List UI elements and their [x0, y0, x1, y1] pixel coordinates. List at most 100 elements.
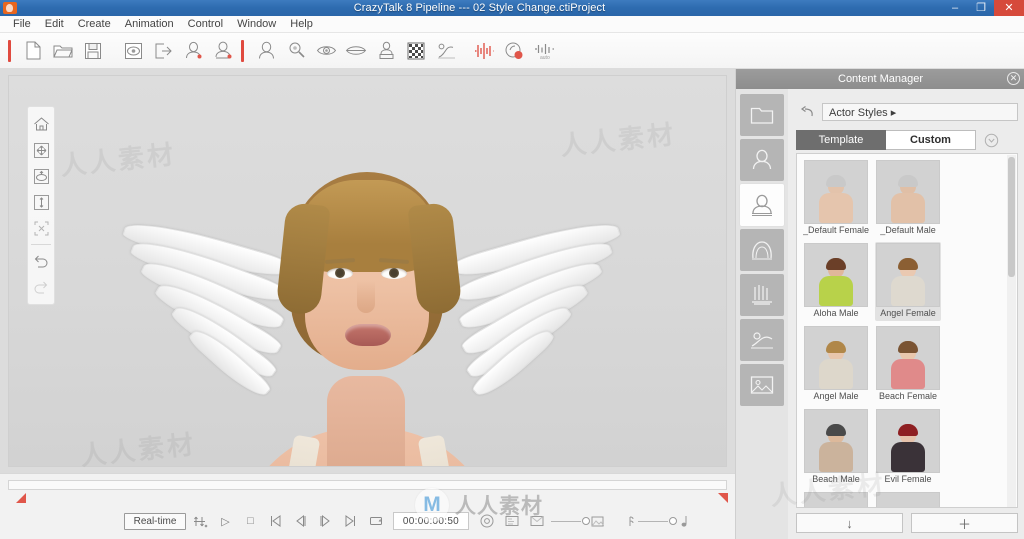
realtime-mode-button[interactable]: Real-time	[124, 512, 186, 530]
voice-record-icon[interactable]	[500, 37, 528, 65]
chevron-down-circle-icon[interactable]	[976, 130, 1006, 150]
cm-tab-head[interactable]	[740, 139, 784, 181]
content-thumbnail	[876, 326, 940, 390]
download-content-button[interactable]: ↓	[796, 513, 903, 533]
content-item-default-male[interactable]: _Default Male	[875, 159, 941, 238]
auto-motion-icon[interactable]: auto	[530, 37, 558, 65]
timeline-scrubber[interactable]	[8, 480, 727, 490]
frame-list-icon[interactable]	[501, 510, 522, 532]
content-item-angel-male[interactable]: Angel Male	[803, 325, 869, 404]
content-item-beach-female[interactable]: Beach Female	[875, 325, 941, 404]
content-item-row5-right[interactable]	[875, 491, 941, 507]
texture-grid-icon[interactable]	[402, 37, 430, 65]
undo-icon[interactable]	[28, 248, 54, 274]
menu-create[interactable]: Create	[71, 16, 118, 33]
back-arrow-icon[interactable]	[796, 103, 816, 121]
cm-tab-actor-styles[interactable]	[740, 184, 784, 226]
export-icon[interactable]	[149, 37, 177, 65]
render-canvas[interactable]	[8, 75, 727, 467]
menu-window[interactable]: Window	[230, 16, 283, 33]
home-view-icon[interactable]	[28, 111, 54, 137]
restore-button[interactable]: ❐	[968, 0, 994, 16]
content-item-evil-female[interactable]: Evil Female	[875, 408, 941, 487]
range-start-marker[interactable]	[16, 493, 26, 503]
nose	[357, 281, 375, 313]
audio-waveform-icon[interactable]	[470, 37, 498, 65]
content-manager-body: Actor Styles ▸ Template Custom _Default …	[788, 89, 1024, 539]
content-thumbnail	[876, 243, 940, 307]
transport-controls: Real-time ▷ □ 00:00:00:50	[0, 504, 735, 538]
content-item-default-female[interactable]: _Default Female	[803, 159, 869, 238]
scale-tool-icon[interactable]	[28, 189, 54, 215]
content-thumbnail	[804, 326, 868, 390]
preview-viewport[interactable]	[0, 69, 735, 473]
menu-edit[interactable]: Edit	[38, 16, 71, 33]
render-speed-icon[interactable]	[190, 510, 211, 532]
eye-settings-icon[interactable]	[312, 37, 340, 65]
close-button[interactable]: ✕	[994, 0, 1024, 16]
menu-control[interactable]: Control	[181, 16, 230, 33]
go-to-start-button[interactable]	[265, 510, 286, 532]
volume-slider[interactable]	[626, 515, 689, 528]
menu-animation[interactable]: Animation	[118, 16, 181, 33]
new-project-icon[interactable]	[19, 37, 47, 65]
content-item-beach-male[interactable]: Beach Male	[803, 408, 869, 487]
add-content-button[interactable]: ＋	[911, 513, 1018, 533]
cm-tab-motion[interactable]	[740, 274, 784, 316]
content-item-angel-female[interactable]: Angel Female	[875, 242, 941, 321]
fit-to-view-icon[interactable]	[28, 215, 54, 241]
puppet-hand-icon[interactable]	[432, 37, 460, 65]
content-item-label: Beach Female	[878, 391, 938, 401]
content-path-field[interactable]: Actor Styles ▸	[822, 103, 1018, 121]
mouth	[345, 324, 391, 346]
face-detail-icon[interactable]	[282, 37, 310, 65]
content-grid-scrollbar[interactable]	[1007, 155, 1016, 507]
range-end-marker[interactable]	[718, 493, 728, 503]
save-project-icon[interactable]	[79, 37, 107, 65]
next-frame-button[interactable]	[315, 510, 336, 532]
cm-tab-effects[interactable]	[740, 319, 784, 361]
application-window: CrazyTalk 8 Pipeline --- 02 Style Change…	[0, 0, 1024, 539]
redo-icon[interactable]	[28, 274, 54, 300]
play-button[interactable]: ▷	[215, 510, 236, 532]
record-settings-icon[interactable]	[476, 510, 497, 532]
cm-tab-project[interactable]	[740, 94, 784, 136]
loop-button[interactable]	[365, 510, 386, 532]
go-to-end-button[interactable]	[340, 510, 361, 532]
previous-frame-button[interactable]	[290, 510, 311, 532]
content-item-row5-left[interactable]	[803, 491, 869, 507]
menu-help[interactable]: Help	[283, 16, 320, 33]
face-fitting-icon[interactable]	[252, 37, 280, 65]
timecode-field[interactable]: 00:00:00:50	[393, 512, 469, 530]
menu-file[interactable]: File	[6, 16, 38, 33]
create-actor-icon[interactable]	[179, 37, 207, 65]
actor-group-icon[interactable]	[209, 37, 237, 65]
mouth-settings-icon[interactable]	[342, 37, 370, 65]
content-manager-close-icon[interactable]: ✕	[1007, 72, 1020, 85]
head-body-icon[interactable]	[372, 37, 400, 65]
move-tool-icon[interactable]	[28, 137, 54, 163]
content-grid-items: _Default Female _Default Male Aloha Male	[797, 154, 1009, 507]
main-toolbar: auto	[0, 33, 1024, 69]
cm-tab-backdrop[interactable]	[740, 364, 784, 406]
tab-custom[interactable]: Custom	[886, 130, 976, 150]
preview-quality-slider[interactable]	[551, 516, 604, 527]
content-item-aloha-male[interactable]: Aloha Male	[803, 242, 869, 321]
preview-window-icon[interactable]	[526, 510, 547, 532]
import-image-icon[interactable]	[119, 37, 147, 65]
tab-template[interactable]: Template	[796, 130, 886, 150]
content-thumbnail	[804, 243, 868, 307]
stop-button[interactable]: □	[240, 510, 261, 532]
svg-text:auto: auto	[540, 55, 550, 60]
rotate-tool-icon[interactable]	[28, 163, 54, 189]
content-manager-tabs: Template Custom	[796, 130, 1018, 150]
open-project-icon[interactable]	[49, 37, 77, 65]
content-item-label: Angel Male	[813, 391, 859, 401]
content-thumbnail	[876, 492, 940, 507]
content-grid[interactable]: _Default Female _Default Male Aloha Male	[796, 153, 1018, 508]
title-bar: CrazyTalk 8 Pipeline --- 02 Style Change…	[0, 0, 1024, 16]
minimize-button[interactable]: –	[942, 0, 968, 16]
scrollbar-thumb[interactable]	[1008, 157, 1015, 277]
viewport-tool-rail	[27, 106, 55, 305]
cm-tab-hair[interactable]	[740, 229, 784, 271]
